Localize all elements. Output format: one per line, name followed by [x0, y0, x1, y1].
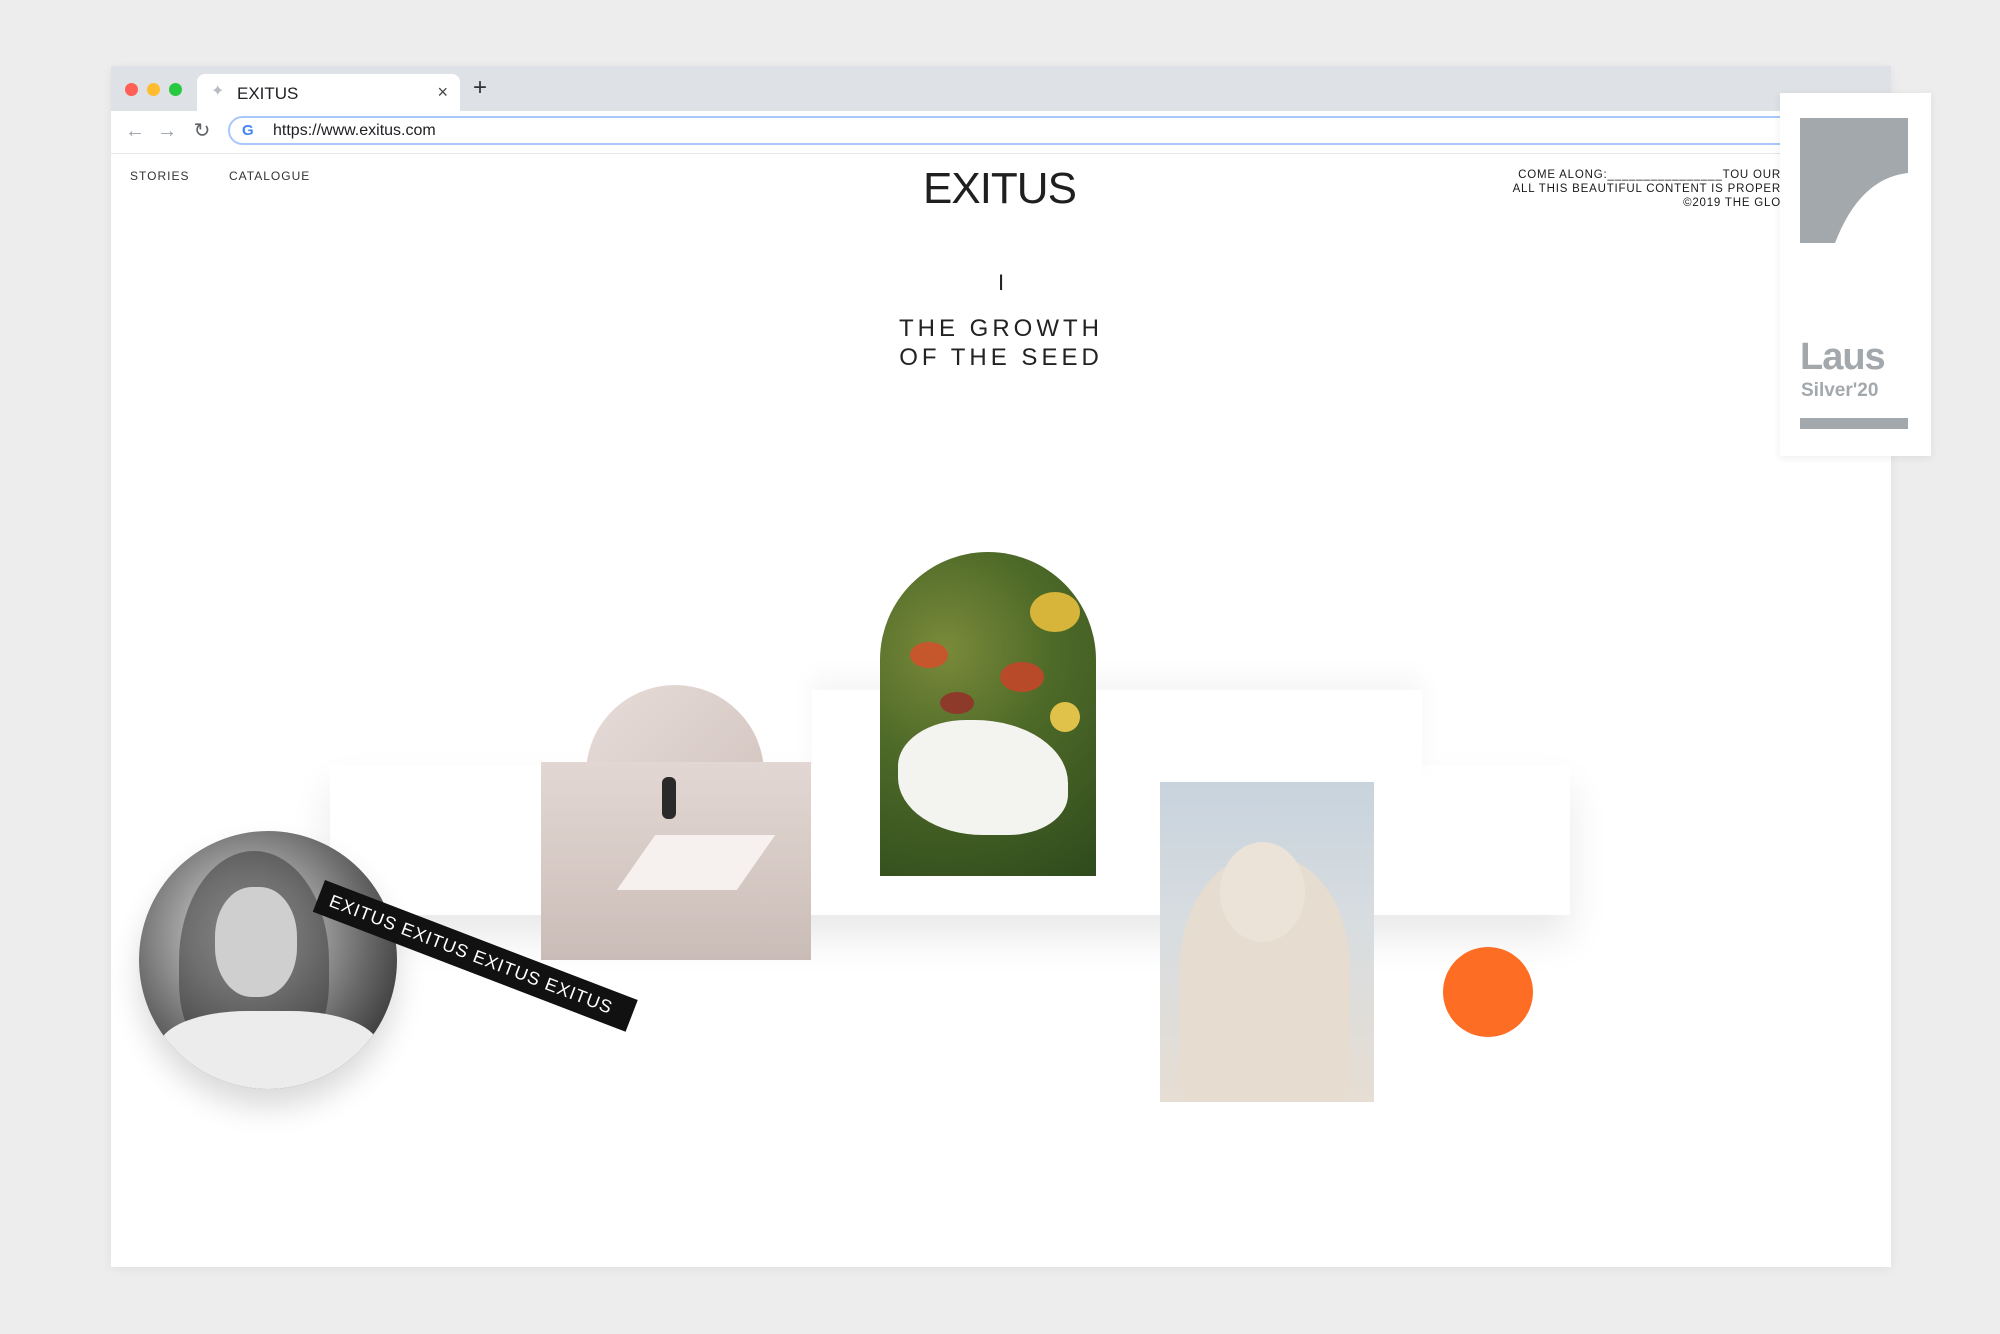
minimize-window-button[interactable]: [147, 83, 160, 96]
favicon-icon: ✦: [211, 83, 225, 100]
award-badge: Laus Silver'20: [1780, 93, 1931, 456]
nav-stories-link[interactable]: STORIES: [130, 169, 189, 183]
award-subtitle: Silver'20: [1801, 380, 1879, 401]
site-logo[interactable]: EXITUS: [923, 164, 1077, 214]
room-photo[interactable]: [541, 685, 811, 960]
address-bar[interactable]: G https://www.exitus.com: [228, 116, 1891, 145]
chapter-title-line: THE GROWTH: [899, 315, 1103, 342]
close-window-button[interactable]: [125, 83, 138, 96]
tab-exitus[interactable]: ✦ EXITUS ×: [197, 74, 460, 111]
chapter-title: THE GROWTH OF THE SEED: [111, 314, 1891, 372]
flower-blob: [1030, 592, 1080, 632]
statue-head: [1220, 842, 1305, 942]
portrait-photo[interactable]: [139, 831, 397, 1089]
notice-line: ©2019 THE GLO: [1683, 197, 1781, 209]
chapter-title-line: OF THE SEED: [899, 344, 1103, 371]
flower-blob: [1050, 702, 1080, 732]
notice-line: COME ALONG:________________TOU OUR: [1518, 169, 1781, 181]
tab-title: EXITUS: [237, 84, 299, 103]
meadow-photo[interactable]: [880, 552, 1096, 876]
nav-catalogue-link[interactable]: CATALOGUE: [229, 169, 310, 183]
new-tab-button[interactable]: +: [473, 76, 487, 100]
award-title: Laus: [1800, 336, 1886, 378]
header-notice: COME ALONG:________________TOU OUR ALL T…: [1451, 168, 1781, 210]
flower-blob: [940, 692, 974, 714]
portrait-jacket: [159, 1011, 379, 1089]
url-text[interactable]: https://www.exitus.com: [273, 122, 436, 140]
notice-line: ALL THIS BEAUTIFUL CONTENT IS PROPER: [1512, 183, 1781, 195]
tab-close-icon[interactable]: ×: [437, 82, 448, 103]
tab-bar: ✦ EXITUS × +: [111, 66, 1891, 111]
room-figure: [662, 777, 676, 819]
flower-blob: [910, 642, 948, 668]
google-icon: G: [242, 122, 254, 139]
forward-arrow-icon[interactable]: →: [156, 120, 178, 142]
white-cloth: [898, 720, 1068, 835]
flower-blob: [1000, 662, 1044, 692]
chapter-numeral: I: [997, 270, 1005, 295]
reload-icon[interactable]: ↻: [191, 120, 213, 142]
award-bar: [1800, 418, 1908, 429]
laus-shape-icon: [1800, 118, 1908, 243]
maximize-window-button[interactable]: [169, 83, 182, 96]
browser-toolbar: ← → ↻ G https://www.exitus.com: [111, 111, 1891, 154]
orange-dot-button[interactable]: [1443, 947, 1533, 1037]
portrait-face: [215, 887, 297, 997]
statue-photo[interactable]: [1160, 782, 1374, 1102]
back-arrow-icon[interactable]: ←: [124, 120, 146, 142]
